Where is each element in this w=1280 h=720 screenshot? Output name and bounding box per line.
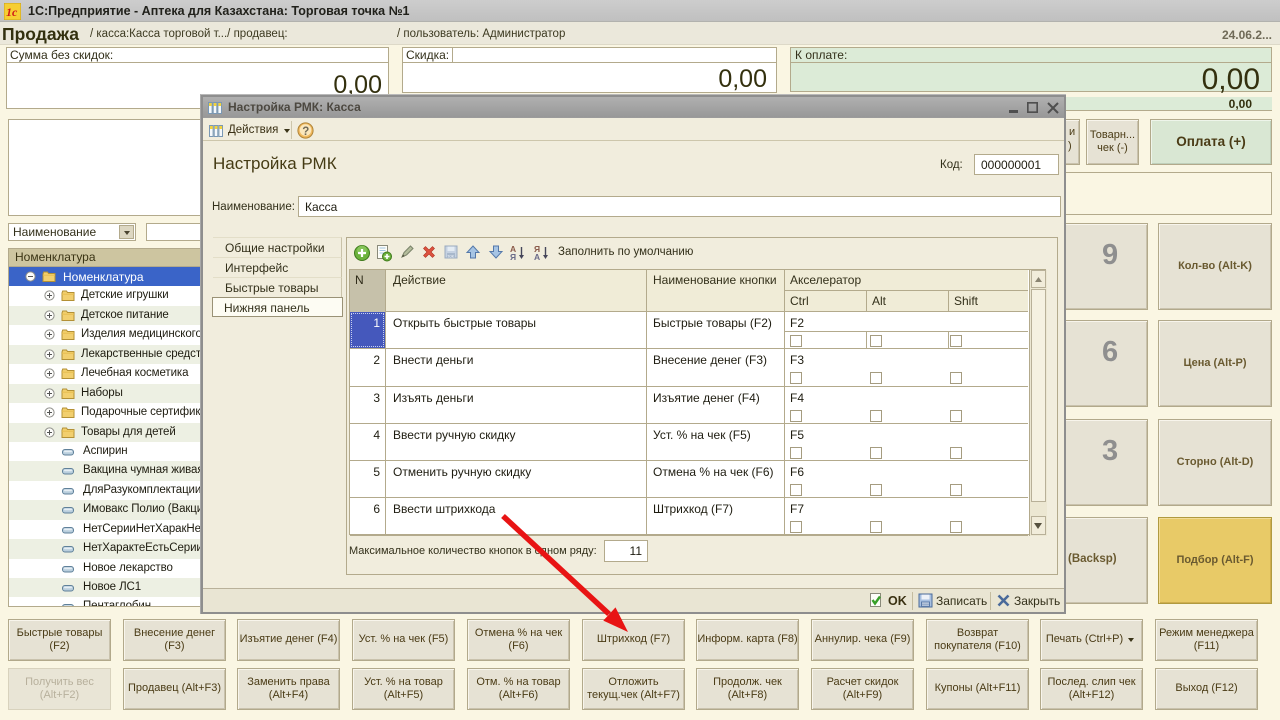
- svg-text:1c: 1c: [6, 5, 18, 19]
- svg-text:?: ?: [302, 126, 309, 138]
- svg-text:ток: ток: [447, 254, 454, 259]
- svg-text:Я: Я: [510, 252, 516, 262]
- svg-text:А: А: [534, 252, 540, 262]
